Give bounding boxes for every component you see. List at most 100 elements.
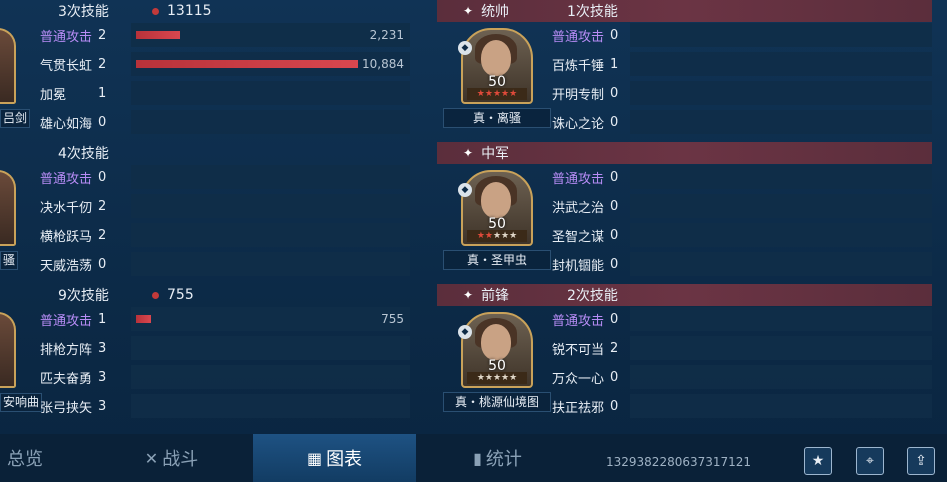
hero-portrait — [0, 170, 16, 246]
skill-level: 0 — [610, 198, 619, 214]
skill-row: 万众一心 0 — [548, 364, 932, 390]
skill-level: 0 — [610, 369, 619, 385]
tab-overview[interactable]: 总览 — [0, 434, 90, 482]
location-button[interactable]: ⌖ — [856, 447, 884, 475]
skill-count: 9次技能 — [58, 288, 109, 304]
total-damage: 13115 — [167, 3, 212, 19]
skill-name: 普通攻击 — [552, 313, 605, 329]
role-star-icon: ✦ — [463, 4, 474, 18]
skill-level: 3 — [98, 340, 107, 356]
role-label: ✦ 中军 — [463, 143, 567, 163]
role-name: 前锋 — [481, 288, 510, 304]
damage-value: 10,884 — [362, 57, 404, 71]
skill-name: 匹夫奋勇 — [40, 371, 93, 387]
bar-track — [630, 252, 932, 276]
hero-portrait[interactable]: 50 ★★★★★ — [461, 312, 533, 388]
tab-chart[interactable]: ▦ 图表 — [253, 434, 416, 482]
bar-track — [131, 223, 410, 247]
skill-name: 百炼千锤 — [552, 58, 605, 74]
skill-level: 0 — [610, 398, 619, 414]
tab-stats-label: 统计 — [485, 449, 522, 470]
hero-type-icon: ◆ — [458, 325, 472, 339]
favorite-button[interactable]: ★ — [804, 447, 832, 475]
skill-level: 3 — [98, 369, 107, 385]
skill-row: 普通攻击 0 — [548, 306, 932, 332]
hero-portrait[interactable]: 50 ★★★★★ — [461, 28, 533, 104]
role-label: ✦ 前锋 — [463, 285, 567, 305]
skill-row: 气贯长虹 2 10,884 — [30, 51, 410, 77]
skill-row: 圣智之谋 0 — [548, 222, 932, 248]
share-icon: ⇪ — [915, 453, 927, 469]
skill-count: 3次技能 — [58, 4, 109, 20]
tab-stats[interactable]: ▮ 统计 — [416, 434, 579, 482]
skill-name: 张弓挟矢 — [40, 400, 93, 416]
damage-value: 2,231 — [369, 28, 404, 42]
hero-stars: ★★★★★ — [467, 230, 527, 242]
skill-name: 气贯长虹 — [40, 58, 93, 74]
share-button[interactable]: ⇪ — [907, 447, 935, 475]
skill-name: 决水千仞 — [40, 200, 93, 216]
skill-row: 普通攻击 2 2,231 — [30, 22, 410, 48]
bar-track — [131, 81, 410, 105]
bar-track — [131, 110, 410, 134]
role-label: ✦ 统帅 — [463, 1, 567, 21]
tab-battle[interactable]: ✕ 战斗 — [90, 434, 253, 482]
skill-level: 2 — [98, 227, 107, 243]
damage-bar — [136, 315, 151, 323]
bar-track — [630, 194, 932, 218]
skill-row: 锐不可当 2 — [548, 335, 932, 361]
skill-group-header: 9次技能 755 — [0, 284, 420, 306]
hero-portrait — [0, 28, 16, 104]
role-header: ✦ 中军 — [437, 142, 932, 164]
skill-level: 1 — [98, 85, 107, 101]
skill-level: 2 — [98, 198, 107, 214]
hero-type-icon: ◆ — [458, 183, 472, 197]
damage-value: 755 — [381, 312, 404, 326]
bar-track — [630, 365, 932, 389]
skill-row: 普通攻击 0 — [548, 22, 932, 48]
skill-row: 诛心之论 0 — [548, 109, 932, 135]
skill-name: 扶正祛邪 — [552, 400, 605, 416]
chart-icon: ▦ — [306, 448, 323, 468]
skill-row: 匹夫奋勇 3 — [30, 364, 410, 390]
bar-track — [630, 81, 932, 105]
skill-name: 排枪方阵 — [40, 342, 93, 358]
tab-overview-label: 总览 — [7, 449, 43, 470]
role-header: ✦ 前锋 2次技能 — [437, 284, 932, 306]
skill-row: 张弓挟矢 3 — [30, 393, 410, 419]
skill-row: 普通攻击 0 — [548, 164, 932, 190]
damage-dot-icon — [152, 291, 159, 299]
skill-name: 诛心之论 — [552, 116, 605, 132]
hero-name: 真・桃源仙境图 — [443, 392, 551, 412]
skill-name: 普通攻击 — [552, 29, 605, 45]
bar-track — [630, 110, 932, 134]
hero-name: 真・圣甲虫 — [443, 250, 551, 270]
skill-name: 锐不可当 — [552, 342, 605, 358]
skill-level: 0 — [610, 311, 619, 327]
skill-count: 1次技能 — [567, 4, 618, 20]
hero-portrait — [0, 312, 16, 388]
role-star-icon: ✦ — [463, 288, 474, 302]
location-pin-icon: ⌖ — [866, 453, 874, 469]
bar-track — [630, 223, 932, 247]
skill-group-header: 3次技能 13115 — [0, 0, 420, 22]
hero-face — [481, 182, 511, 218]
skill-name: 万众一心 — [552, 371, 605, 387]
hero-name: 骚 — [0, 251, 19, 270]
skill-row: 天威浩荡 0 — [30, 251, 410, 277]
hero-face — [481, 40, 511, 76]
skill-level: 0 — [610, 114, 619, 130]
hero-portrait[interactable]: 50 ★★★★★ — [461, 170, 533, 246]
skill-level: 3 — [98, 398, 107, 414]
skill-row: 加冕 1 — [30, 80, 410, 106]
skill-row: 扶正祛邪 0 — [548, 393, 932, 419]
skill-group-header: 4次技能 — [0, 142, 420, 164]
skill-row: 雄心如海 0 — [30, 109, 410, 135]
skill-name: 普通攻击 — [40, 313, 93, 329]
skill-level: 0 — [610, 227, 619, 243]
hero-stars: ★★★★★ — [467, 372, 527, 384]
skill-row: 普通攻击 1 755 — [30, 306, 410, 332]
bar-track — [131, 336, 410, 360]
skill-level: 2 — [610, 340, 619, 356]
skill-level: 0 — [610, 256, 619, 272]
